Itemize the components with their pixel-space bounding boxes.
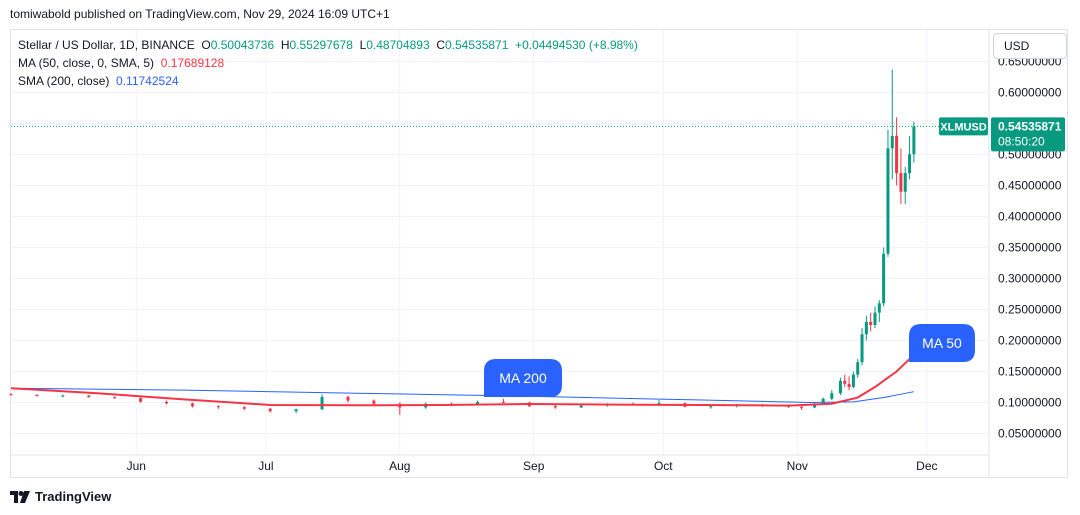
candle-body[interactable] — [800, 406, 804, 408]
candle-body[interactable] — [877, 303, 881, 313]
y-tick-label: 0.15000000 — [998, 365, 1062, 379]
chart-legend: Stellar / US Dollar, 1D, BINANCE O0.5004… — [18, 36, 638, 90]
close-label: C — [436, 38, 445, 52]
symbol-tag-text: XLMUSD — [940, 121, 987, 133]
low-value: 0.48704893 — [366, 38, 430, 52]
candle-body[interactable] — [294, 409, 298, 412]
candle-body[interactable] — [908, 154, 912, 174]
candle-body[interactable] — [61, 395, 65, 397]
last-price-value: 0.54535871 — [998, 119, 1062, 133]
candle-body[interactable] — [873, 312, 877, 325]
candle-body[interactable] — [847, 383, 851, 387]
candle-body[interactable] — [821, 398, 825, 404]
ma200-annotation-bubble-text: MA 200 — [499, 370, 547, 386]
x-tick-label: Dec — [916, 459, 937, 473]
candle-body[interactable] — [903, 173, 907, 192]
candle-body[interactable] — [216, 406, 220, 408]
candle-body[interactable] — [843, 380, 847, 384]
open-label: O — [201, 38, 211, 52]
ma200-annotation-bubble[interactable]: MA 200 — [484, 359, 562, 397]
candle-body[interactable] — [912, 126, 916, 155]
x-tick-label: Jun — [127, 459, 146, 473]
candle-body[interactable] — [9, 394, 13, 396]
sma200-legend-row[interactable]: SMA (200, close) 0.11742524 — [18, 72, 638, 90]
candle-body[interactable] — [830, 393, 834, 399]
high-value: 0.55297678 — [289, 38, 353, 52]
candle-body[interactable] — [864, 321, 868, 335]
ma50-legend-label: MA (50, close, 0, SMA, 5) — [18, 56, 155, 70]
y-tick-label: 0.10000000 — [998, 396, 1062, 410]
candle-body[interactable] — [851, 374, 855, 387]
sma200-line[interactable] — [10, 387, 914, 404]
ma50-line[interactable] — [10, 354, 915, 407]
y-tick-label: 0.35000000 — [998, 241, 1062, 255]
y-tick-label: 0.20000000 — [998, 334, 1062, 348]
x-tick-label: Aug — [389, 459, 410, 473]
y-tick-label: 0.40000000 — [998, 210, 1062, 224]
candle-body[interactable] — [869, 321, 873, 325]
bar-countdown: 08:50:20 — [998, 134, 1045, 148]
candle-body[interactable] — [346, 396, 350, 401]
candle-body[interactable] — [113, 397, 117, 399]
change-value: +0.04494530 (+8.98%) — [515, 38, 638, 52]
candle-body[interactable] — [165, 401, 169, 404]
candle-body[interactable] — [553, 406, 557, 408]
currency-button[interactable]: USD — [993, 33, 1067, 59]
y-tick-label: 0.25000000 — [998, 303, 1062, 317]
candle-body[interactable] — [709, 406, 713, 408]
candle-body[interactable] — [856, 362, 860, 375]
candle-body[interactable] — [579, 405, 583, 408]
tradingview-brand: TradingView — [35, 489, 112, 504]
ma50-annotation-bubble[interactable]: MA 50 — [909, 324, 975, 362]
candle-body[interactable] — [501, 401, 505, 403]
x-tick-label: Nov — [787, 459, 808, 473]
candle-body[interactable] — [886, 148, 890, 254]
candle-body[interactable] — [890, 135, 894, 149]
sma200-legend-label: SMA (200, close) — [18, 74, 110, 88]
candle-body[interactable] — [895, 135, 899, 174]
sma200-legend-value: 0.11742524 — [116, 74, 179, 88]
ma50-legend-row[interactable]: MA (50, close, 0, SMA, 5) 0.17689128 — [18, 54, 638, 72]
ma50-annotation-bubble-text: MA 50 — [922, 335, 962, 351]
candle-body[interactable] — [882, 253, 886, 304]
candle-body[interactable] — [190, 403, 194, 407]
y-tick-label: 0.30000000 — [998, 272, 1062, 286]
candle-body[interactable] — [87, 395, 91, 398]
candle-body[interactable] — [860, 334, 864, 363]
ohlc-row: Stellar / US Dollar, 1D, BINANCE O0.5004… — [18, 36, 638, 54]
candle-body[interactable] — [899, 173, 903, 192]
symbol-title[interactable]: Stellar / US Dollar, 1D, BINANCE — [18, 38, 195, 52]
candle-body[interactable] — [838, 380, 842, 394]
candle-body[interactable] — [268, 408, 272, 412]
open-value: 0.50043736 — [210, 38, 275, 52]
candle-body[interactable] — [372, 400, 376, 404]
candle-body[interactable] — [139, 398, 143, 402]
x-tick-label: Jul — [258, 459, 273, 473]
y-tick-label: 0.60000000 — [998, 86, 1062, 100]
ma50-legend-value: 0.17689128 — [160, 56, 225, 70]
y-tick-label: 0.05000000 — [998, 427, 1062, 441]
candle-body[interactable] — [242, 407, 246, 409]
tradingview-footer[interactable]: TradingView — [10, 489, 111, 504]
close-value: 0.54535871 — [445, 38, 509, 52]
x-tick-label: Oct — [654, 459, 673, 473]
tradingview-logo-icon — [10, 490, 30, 503]
y-tick-label: 0.45000000 — [998, 179, 1062, 193]
candle-body[interactable] — [35, 395, 39, 397]
x-tick-label: Sep — [523, 459, 545, 473]
candle-body[interactable] — [320, 396, 324, 410]
